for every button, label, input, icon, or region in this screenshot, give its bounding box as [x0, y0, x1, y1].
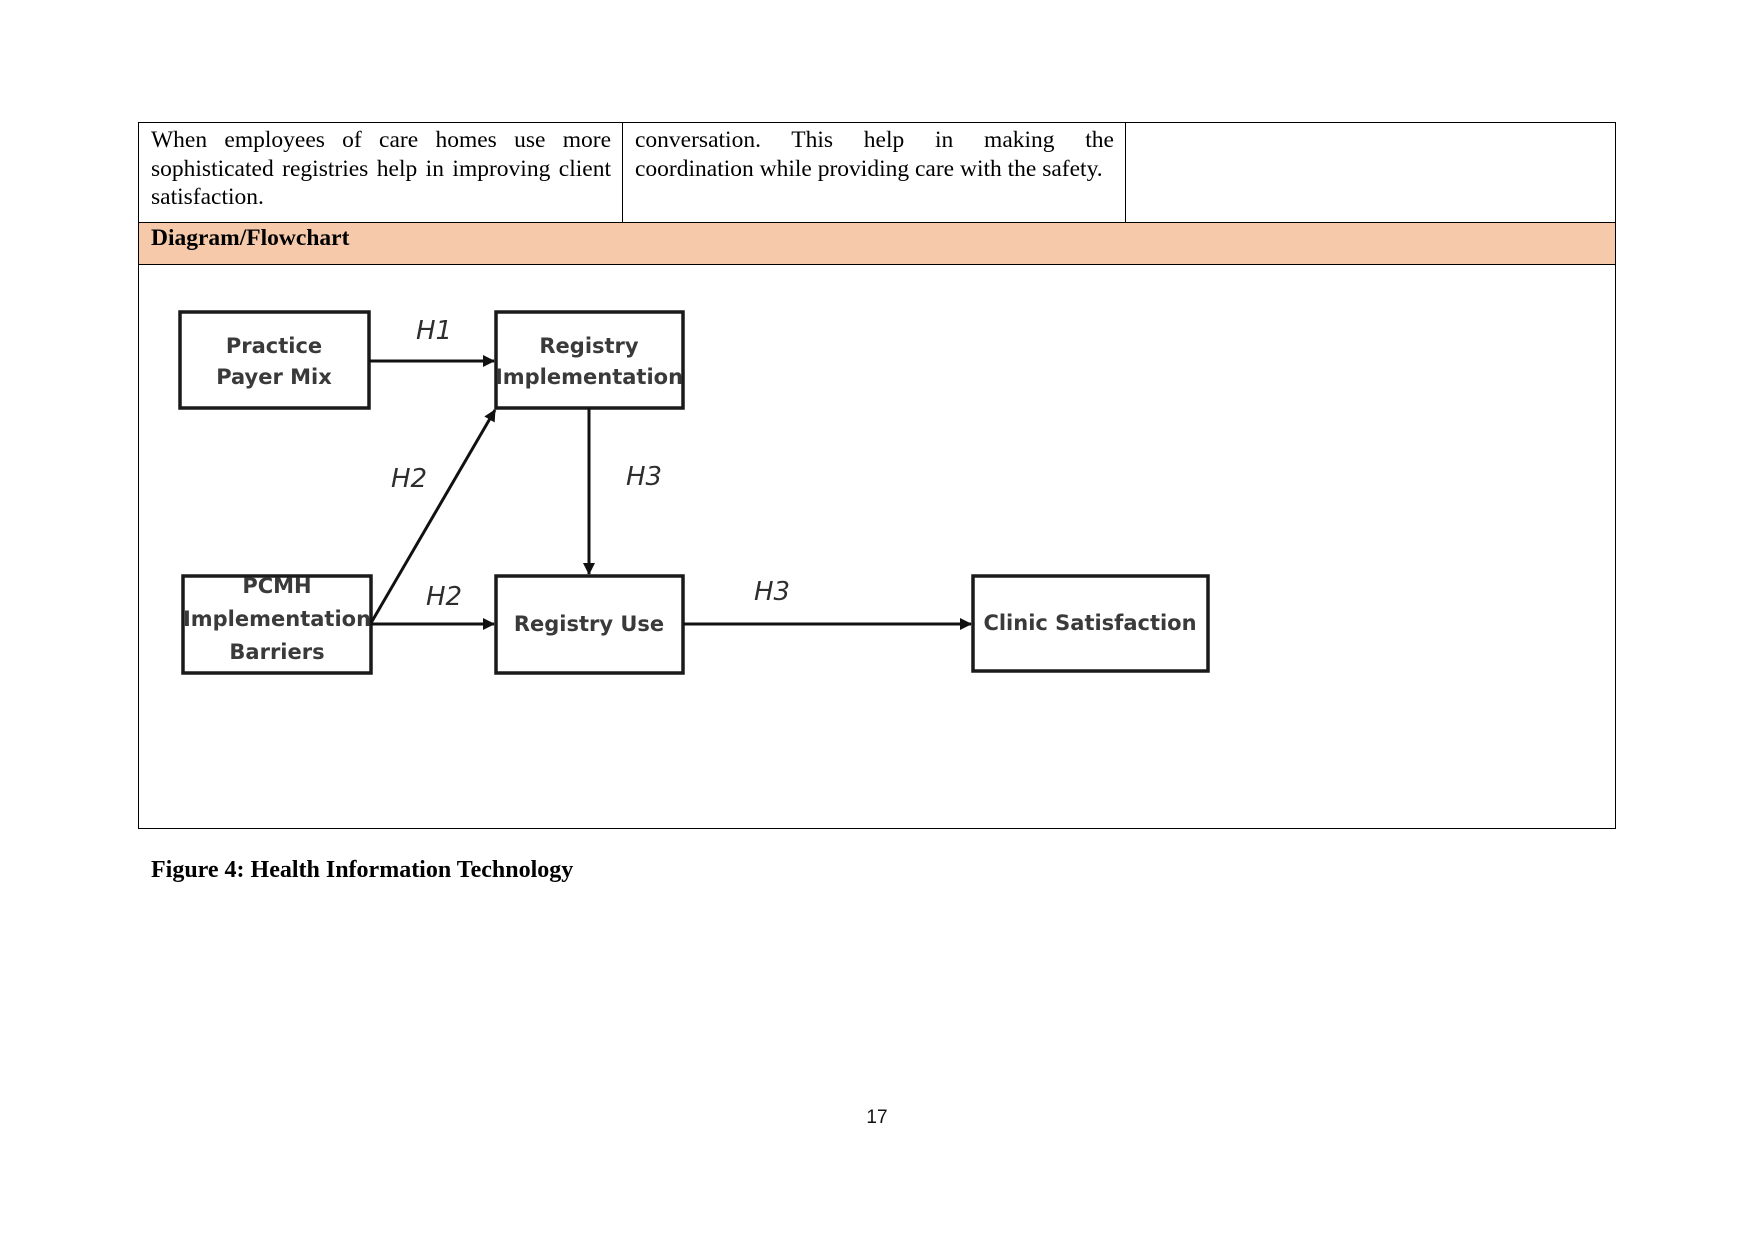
edge-label-h1: H1: [416, 316, 452, 346]
table-cell-col3: [1126, 123, 1615, 222]
node-label: Implementation: [183, 607, 371, 631]
edge-label-h3-vertical: H3: [626, 462, 662, 492]
table-row: When employees of care homes use more so…: [139, 123, 1615, 223]
figure-caption: Figure 4: Health Information Technology: [151, 857, 574, 883]
content-table: When employees of care homes use more so…: [138, 122, 1616, 883]
page-number: 17: [866, 1107, 888, 1128]
edge-label-h2-diagonal: H2: [391, 464, 427, 494]
edge-label-h2-horizontal: H2: [426, 582, 462, 612]
table-cell-col1: When employees of care homes use more so…: [139, 123, 623, 222]
flowchart-diagram: H1 H2 H2 H3 H3 Practice Payer Mix Regist…: [178, 310, 1210, 675]
node-label: Implementation: [495, 365, 683, 389]
node-label: Clinic Satisfaction: [983, 611, 1196, 635]
node-label: PCMH: [242, 574, 311, 598]
node-label: Barriers: [229, 640, 324, 664]
node-label: Practice: [226, 334, 322, 358]
node-label: Registry: [539, 334, 639, 358]
node-label: Payer Mix: [216, 365, 332, 389]
node-registry-implementation: [494, 310, 685, 410]
section-header: Diagram/Flowchart: [139, 223, 1615, 265]
table-cell-col2: conversation. This help in making the co…: [623, 123, 1126, 222]
edge-label-h3-horizontal: H3: [754, 577, 790, 607]
node-practice-payer-mix: [178, 310, 371, 410]
node-label: Registry Use: [514, 612, 664, 636]
diagram-cell: H1 H2 H2 H3 H3 Practice Payer Mix Regist…: [139, 265, 1615, 883]
